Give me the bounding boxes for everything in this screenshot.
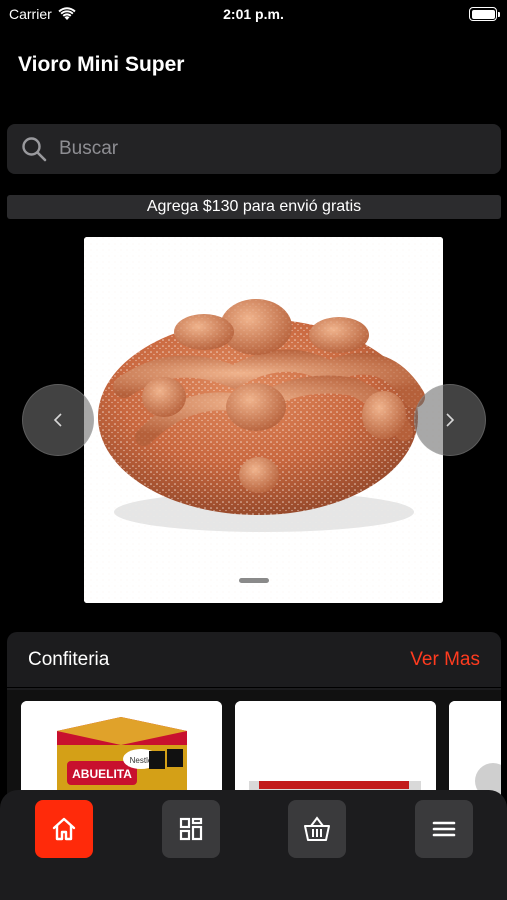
category-title: Confiteria <box>28 648 110 670</box>
chevron-left-icon <box>53 413 62 427</box>
search-bar[interactable] <box>7 124 501 174</box>
search-input[interactable] <box>59 138 459 160</box>
search-icon <box>22 137 47 162</box>
free-shipping-banner: Agrega $130 para envió gratis <box>7 195 501 219</box>
chevron-right-icon <box>446 413 455 427</box>
menu-icon <box>432 821 456 837</box>
carousel-indicator[interactable] <box>239 578 269 583</box>
promo-carousel[interactable] <box>84 237 443 603</box>
nav-cart-button[interactable] <box>288 800 346 858</box>
category-header: Confiteria Ver Mas <box>7 632 501 688</box>
see-more-link[interactable]: Ver Mas <box>410 649 480 671</box>
status-bar: Carrier 2:01 p.m. <box>0 0 507 30</box>
app-title: Vioro Mini Super <box>18 53 185 76</box>
svg-text:ABUELITA: ABUELITA <box>72 767 132 781</box>
nav-menu-button[interactable] <box>415 800 473 858</box>
battery-icon <box>469 7 500 21</box>
basket-icon <box>304 816 330 841</box>
pan-de-muerto-image <box>84 237 443 603</box>
home-icon <box>52 817 76 841</box>
bottom-nav <box>0 790 507 900</box>
nav-home-button[interactable] <box>35 800 93 858</box>
carousel-prev-button[interactable] <box>22 384 94 456</box>
carousel-next-button[interactable] <box>414 384 486 456</box>
status-time: 2:01 p.m. <box>223 6 284 22</box>
nav-categories-button[interactable] <box>162 800 220 858</box>
grid-icon <box>179 817 203 841</box>
